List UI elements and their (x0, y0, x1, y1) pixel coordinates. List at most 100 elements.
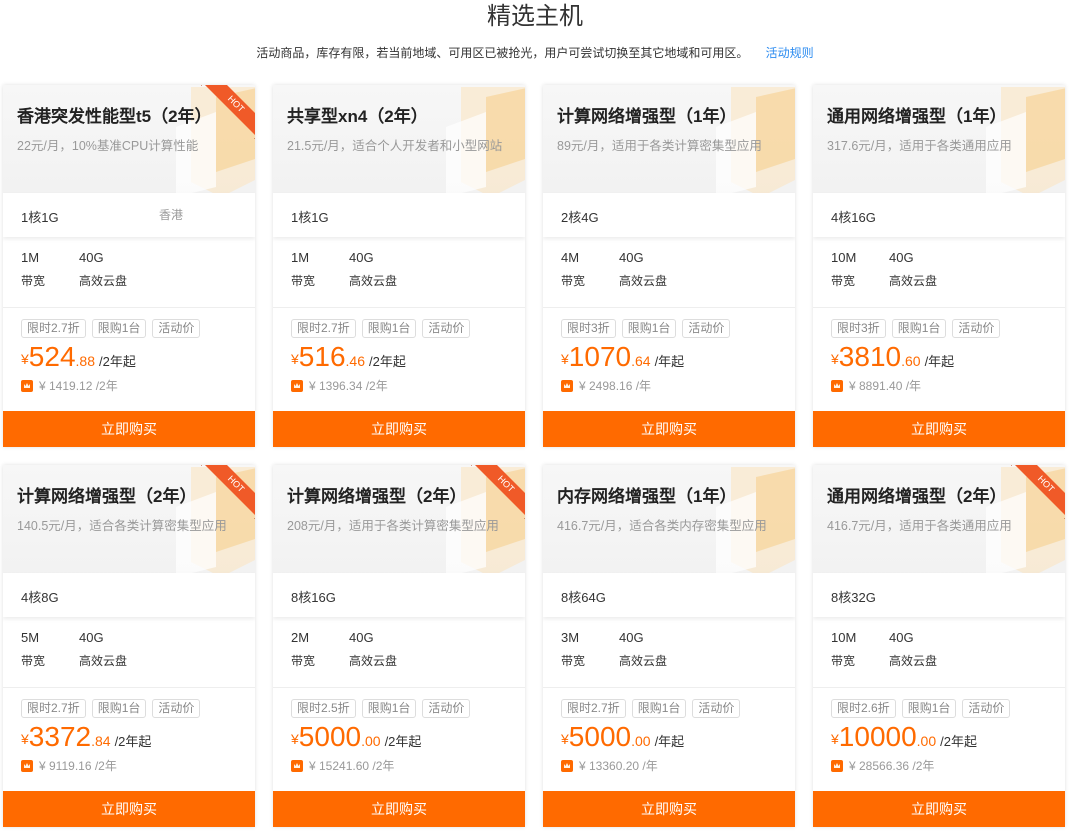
disk-attr: 40G 高效云盘 (889, 629, 937, 670)
promo-tag: 限时3折 (561, 319, 616, 338)
currency-symbol: ¥ (21, 351, 29, 367)
region-label: 香港 (159, 208, 184, 222)
tag-list: 限时2.7折 限购1台 活动价 (21, 319, 206, 338)
bandwidth-value: 10M (831, 630, 857, 645)
product-card: 计算网络增强型（2年） 208元/月，适用于各类计算密集型应用 HOT 8核16G 2M… (273, 465, 525, 827)
price-integer: 3372 (28, 721, 92, 752)
original-price: ¥ 1396.34 /2年 (309, 379, 388, 393)
price-row: ¥3372.84/2年起 (21, 721, 151, 753)
original-price-row: ¥ 2498.16 /年 (561, 377, 651, 394)
buy-now-button[interactable]: 立即购买 (813, 411, 1065, 447)
notice-row: 活动商品，库存有限，若当前地域、可用区已被抢光，用户可尝试切换至其它地域和可用区… (0, 44, 1070, 62)
promo-tag: 限购1台 (621, 319, 677, 338)
card-header: 内存网络增强型（1年） 416.7元/月，适合各类内存密集型应用 (543, 465, 795, 573)
disk-label: 高效云盘 (349, 654, 398, 668)
bandwidth-value: 2M (291, 630, 310, 645)
original-price: ¥ 13360.20 /年 (579, 759, 658, 773)
spec-row: 2核4G (543, 193, 795, 237)
currency-symbol: ¥ (831, 351, 839, 367)
bandwidth-attr: 4M 带宽 (561, 249, 585, 290)
divider (3, 307, 255, 308)
card-title: 香港突发性能型t5（2年） (17, 107, 212, 126)
crown-icon (291, 380, 303, 392)
price-decimal: .88 (75, 353, 95, 369)
promo-tag: 限时2.7折 (21, 319, 86, 338)
promo-tag: 限时2.6折 (831, 699, 896, 718)
buy-now-button[interactable]: 立即购买 (543, 411, 795, 447)
promo-tag: 限购1台 (361, 699, 417, 718)
currency-symbol: ¥ (291, 351, 299, 367)
cpu-memory-spec: 8核32G (831, 590, 876, 605)
price-integer: 1070 (568, 341, 632, 372)
promo-tag: 限购1台 (361, 319, 417, 338)
disk-label: 高效云盘 (349, 274, 398, 288)
price-row: ¥1070.64/年起 (561, 341, 684, 373)
bandwidth-label: 带宽 (291, 274, 316, 288)
original-price-row: ¥ 8891.40 /年 (831, 377, 921, 394)
original-price-row: ¥ 15241.60 /2年 (291, 757, 394, 774)
promo-tag: 限时2.7折 (21, 699, 86, 718)
price-row: ¥5000.00/年起 (561, 721, 684, 753)
price-row: ¥5000.00/2年起 (291, 721, 421, 753)
disk-value: 40G (349, 250, 374, 265)
card-title: 通用网络增强型（1年） (827, 107, 1007, 126)
bandwidth-value: 4M (561, 250, 580, 265)
disk-value: 40G (349, 630, 374, 645)
promo-tag: 限购1台 (901, 699, 957, 718)
promo-tag: 限时2.7折 (291, 319, 356, 338)
product-card: 通用网络增强型（2年） 416.7元/月，适用于各类通用应用 HOT 8核32G 10M… (813, 465, 1065, 827)
disk-value: 40G (889, 250, 914, 265)
bandwidth-value: 10M (831, 250, 857, 265)
page-title: 精选主机 (487, 3, 583, 30)
price-decimal: .64 (631, 353, 651, 369)
crown-icon (561, 760, 573, 772)
tag-list: 限时3折 限购1台 活动价 (831, 319, 1006, 338)
buy-now-button[interactable]: 立即购买 (3, 411, 255, 447)
buy-now-button[interactable]: 立即购买 (543, 791, 795, 827)
activity-rules-link[interactable]: 活动规则 (766, 46, 814, 60)
spec-row: 4核16G (813, 193, 1065, 237)
tag-list: 限时2.7折 限购1台 活动价 (561, 699, 746, 718)
bandwidth-value: 3M (561, 630, 580, 645)
promo-tag: 限时2.5折 (291, 699, 356, 718)
price-decimal: .46 (345, 353, 365, 369)
bandwidth-value: 1M (291, 250, 310, 265)
original-price: ¥ 1419.12 /2年 (39, 379, 118, 393)
card-title: 通用网络增强型（2年） (827, 487, 1007, 506)
promo-tag: 活动价 (422, 699, 471, 718)
tag-list: 限时3折 限购1台 活动价 (561, 319, 736, 338)
card-title: 共享型xn4（2年） (287, 107, 428, 126)
bandwidth-label: 带宽 (831, 274, 856, 288)
currency-symbol: ¥ (831, 731, 839, 747)
buy-now-button[interactable]: 立即购买 (3, 791, 255, 827)
buy-now-button[interactable]: 立即购买 (273, 791, 525, 827)
crown-icon (831, 760, 843, 772)
original-price-row: ¥ 13360.20 /年 (561, 757, 658, 774)
buy-now-button[interactable]: 立即购买 (813, 791, 1065, 827)
original-price: ¥ 28566.36 /2年 (849, 759, 935, 773)
price-integer: 516 (298, 341, 346, 372)
hot-ribbon-icon: HOT (201, 465, 255, 519)
price-unit: /年起 (654, 734, 685, 749)
crown-icon (291, 760, 303, 772)
price-unit: /2年起 (368, 354, 406, 369)
original-price: ¥ 9119.16 /2年 (39, 759, 117, 773)
disk-label: 高效云盘 (889, 654, 938, 668)
disk-label: 高效云盘 (619, 654, 668, 668)
spec-row: 8核16G (273, 573, 525, 617)
price-row: ¥524.88/2年起 (21, 341, 136, 373)
disk-attr: 40G 高效云盘 (79, 629, 127, 670)
price-row: ¥10000.00/2年起 (831, 721, 977, 753)
disk-attr: 40G 高效云盘 (79, 249, 127, 290)
hot-ribbon-icon: HOT (471, 465, 525, 519)
original-price-row: ¥ 28566.36 /2年 (831, 757, 934, 774)
spec-row: 8核32G (813, 573, 1065, 617)
bandwidth-attr: 10M 带宽 (831, 629, 856, 670)
price-unit: /2年起 (384, 734, 422, 749)
cpu-memory-spec: 4核16G (831, 210, 876, 225)
buy-now-button[interactable]: 立即购买 (273, 411, 525, 447)
card-title: 计算网络增强型（2年） (17, 487, 197, 506)
disk-label: 高效云盘 (79, 274, 128, 288)
currency-symbol: ¥ (21, 731, 29, 747)
crown-icon (831, 380, 843, 392)
